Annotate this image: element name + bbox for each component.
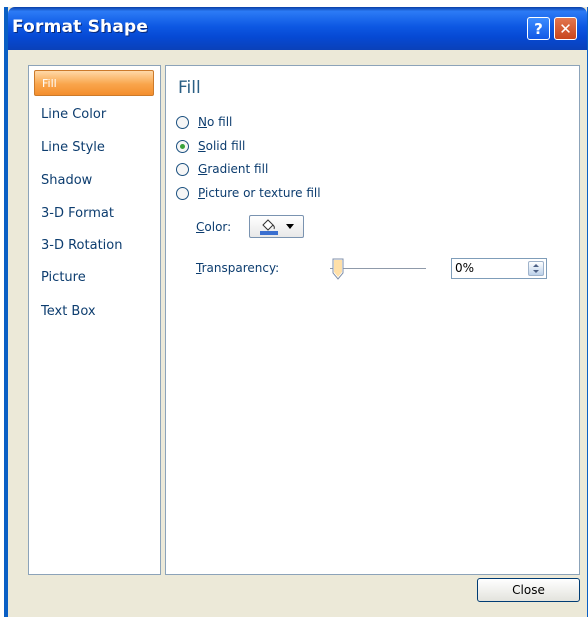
transparency-label: Transparency:: [196, 261, 280, 275]
transparency-row: Transparency: 0%: [196, 258, 547, 280]
radio-solid-fill[interactable]: [176, 139, 189, 153]
gradient-fill-label: Gradient fill: [198, 162, 269, 176]
picture-fill-label: Picture or texture fill: [198, 186, 321, 200]
picture-fill-option[interactable]: Picture or texture fill: [176, 183, 321, 203]
fill-panel: Fill No fill Solid fill Gradient fill Pi…: [165, 65, 580, 575]
sidebar-item-3d-format[interactable]: 3-D Format: [34, 201, 154, 227]
format-shape-dialog: Format Shape ? ✕ Fill Line Color Line St…: [4, 7, 588, 617]
sidebar-item-picture[interactable]: Picture: [34, 265, 154, 291]
fill-bucket-icon: [259, 218, 279, 235]
radio-no-fill[interactable]: [176, 115, 189, 129]
chevron-down-icon: [286, 224, 295, 229]
transparency-spinner[interactable]: 0%: [451, 258, 547, 279]
gradient-fill-option[interactable]: Gradient fill: [176, 159, 268, 179]
radio-selected-dot: [180, 143, 185, 149]
color-picker-button[interactable]: [249, 215, 305, 238]
help-icon: ?: [534, 19, 543, 38]
spin-down-icon[interactable]: [533, 270, 539, 273]
radio-gradient-fill[interactable]: [176, 162, 189, 176]
radio-picture-fill[interactable]: [176, 186, 189, 200]
no-fill-label: No fill: [198, 115, 233, 129]
sidebar-item-shadow[interactable]: Shadow: [34, 168, 154, 194]
transparency-value[interactable]: 0%: [455, 261, 474, 275]
close-icon: ✕: [559, 19, 572, 38]
transparency-slider-thumb[interactable]: [332, 258, 344, 280]
window-title: Format Shape: [12, 17, 149, 37]
sidebar-item-line-style[interactable]: Line Style: [34, 135, 154, 161]
close-window-button[interactable]: ✕: [554, 17, 577, 40]
sidebar-item-text-box[interactable]: Text Box: [34, 299, 154, 325]
title-bar[interactable]: Format Shape ? ✕: [8, 7, 587, 50]
solid-fill-option[interactable]: Solid fill: [176, 136, 245, 156]
dialog-body: Fill Line Color Line Style Shadow 3-D Fo…: [8, 50, 587, 617]
sidebar-item-line-color[interactable]: Line Color: [34, 102, 154, 128]
spin-up-icon[interactable]: [533, 264, 539, 267]
color-label: Color:: [196, 219, 232, 234]
section-title: Fill: [178, 78, 201, 98]
no-fill-option[interactable]: No fill: [176, 112, 232, 132]
solid-fill-label: Solid fill: [198, 139, 246, 153]
transparency-slider-track[interactable]: [330, 268, 426, 269]
category-list: Fill Line Color Line Style Shadow 3-D Fo…: [28, 65, 161, 575]
color-row: Color:: [196, 215, 305, 238]
help-button[interactable]: ?: [527, 17, 550, 40]
spinner-buttons[interactable]: [528, 261, 544, 276]
close-button[interactable]: Close: [477, 578, 580, 602]
sidebar-item-fill[interactable]: Fill: [34, 70, 154, 96]
sidebar-item-3d-rotation[interactable]: 3-D Rotation: [34, 233, 154, 259]
